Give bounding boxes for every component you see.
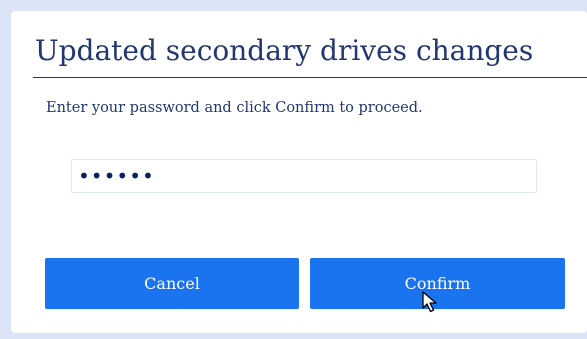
title-divider bbox=[33, 77, 587, 78]
cancel-button[interactable]: Cancel bbox=[45, 258, 299, 309]
confirm-button[interactable]: Confirm bbox=[310, 258, 565, 309]
password-confirm-dialog: Updated secondary drives changes Enter y… bbox=[11, 11, 587, 333]
password-input[interactable] bbox=[71, 159, 537, 193]
instructions-text: Enter your password and click Confirm to… bbox=[46, 100, 423, 116]
dialog-title: Updated secondary drives changes bbox=[35, 34, 534, 67]
